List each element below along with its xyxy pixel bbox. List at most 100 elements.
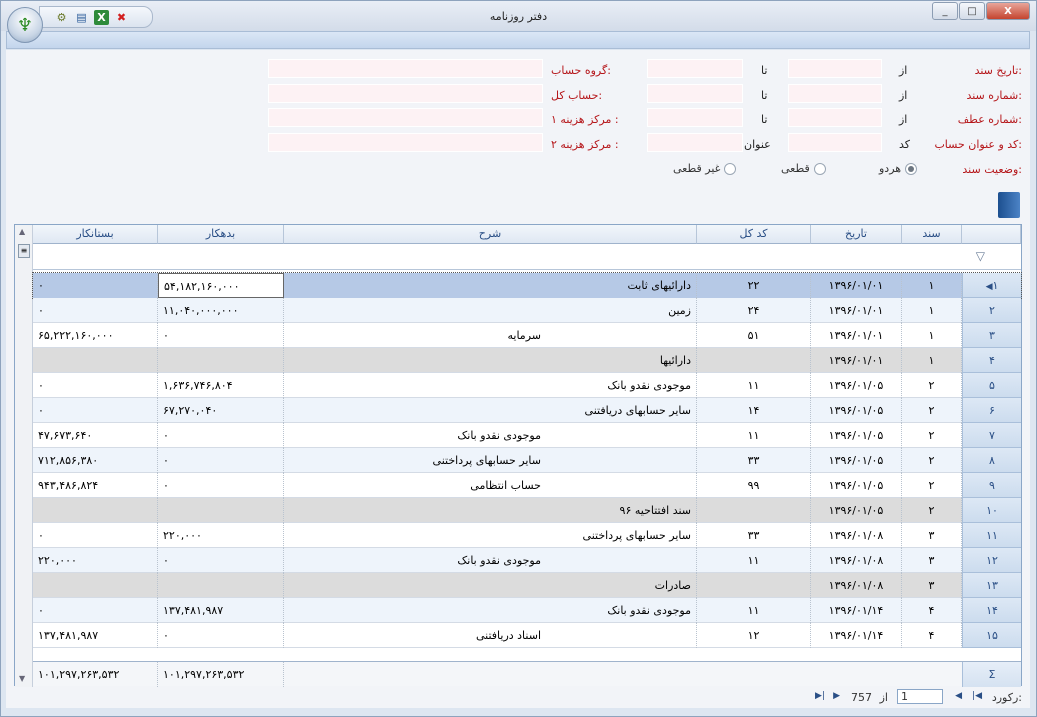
row-number[interactable]: ۲ — [962, 298, 1021, 323]
cell-desc[interactable]: موجودی نقدو بانک — [284, 548, 697, 573]
row-number[interactable]: ۱۳ — [962, 573, 1021, 598]
table-row[interactable]: ۶۵,۲۲۲,۱۶۰,۰۰۰ ۰ سرمایه ۵۱ ۱۳۹۶/۰۱/۰۱ ۱ ۳ — [33, 323, 1021, 348]
cell-date[interactable]: ۱۳۹۶/۰۱/۰۸ — [811, 548, 902, 573]
cell-desc[interactable]: دارائیها — [284, 348, 697, 373]
cell-desc[interactable]: سند افتتاحیه ۹۶ — [284, 498, 697, 523]
table-row[interactable]: ۰ ۱۳۷,۴۸۱,۹۸۷ موجودی نقدو بانک ۱۱ ۱۳۹۶/۰۱/۱۴… — [33, 598, 1021, 623]
row-number[interactable]: ۷ — [962, 423, 1021, 448]
cell-desc[interactable]: موجودی نقدو بانک — [284, 373, 697, 398]
table-row[interactable]: ۴۷,۶۷۳,۶۴۰ ۰ موجودی نقدو بانک ۱۱ ۱۳۹۶/۰۱/۰۵ ۲… — [33, 423, 1021, 448]
last-record-button[interactable]: ▶| — [815, 691, 825, 701]
table-row[interactable]: ۹۴۳,۴۸۶,۸۲۴ ۰ حساب انتظامی ۹۹ ۱۳۹۶/۰۱/۰۵ ۲ ۹ — [33, 473, 1021, 498]
cell-doc[interactable]: ۲ — [902, 423, 962, 448]
cell-date[interactable]: ۱۳۹۶/۰۱/۰۱ — [811, 298, 902, 323]
table-row[interactable]: ۰ ۱۱,۰۴۰,۰۰۰,۰۰۰ زمین ۲۴ ۱۳۹۶/۰۱/۰۱ ۱ ۲ — [33, 298, 1021, 323]
cell-desc[interactable]: صادرات — [284, 573, 697, 598]
cell-debit[interactable]: ۰ — [158, 473, 284, 498]
delete-icon[interactable]: ✖ — [114, 10, 129, 25]
cell-debit[interactable] — [158, 348, 284, 373]
cell-debit[interactable]: ۱,۶۳۶,۷۴۶,۸۰۴ — [158, 373, 284, 398]
table-row[interactable]: ۰ ۱,۶۳۶,۷۴۶,۸۰۴ موجودی نقدو بانک ۱۱ ۱۳۹۶/۰۱/… — [33, 373, 1021, 398]
maximize-button[interactable]: □ — [959, 2, 985, 20]
atf-from-field[interactable] — [788, 108, 882, 127]
row-number[interactable]: ۵ — [962, 373, 1021, 398]
doc-header[interactable]: سند — [902, 225, 962, 244]
cell-doc[interactable]: ۱ — [902, 273, 962, 298]
table-row[interactable]: صادرات ۱۳۹۶/۰۱/۰۸ ۳ ۱۳ — [33, 573, 1021, 598]
cell-desc[interactable]: سایر حسابهای پرداختنی — [284, 523, 697, 548]
cell-date[interactable]: ۱۳۹۶/۰۱/۰۵ — [811, 398, 902, 423]
cell-debit[interactable]: ۱۳۷,۴۸۱,۹۸۷ — [158, 598, 284, 623]
cell-debit[interactable]: ۰ — [158, 623, 284, 648]
cell-code[interactable]: ۲۴ — [697, 298, 811, 323]
debit-header[interactable]: بدهکار — [158, 225, 284, 244]
cell-doc[interactable]: ۱ — [902, 298, 962, 323]
cell-doc[interactable]: ۳ — [902, 523, 962, 548]
status-both-radio[interactable]: هردو — [879, 162, 918, 175]
scroll-down-icon[interactable]: ▼ — [19, 674, 25, 683]
cell-debit[interactable]: ۰ — [158, 548, 284, 573]
date-from-field[interactable] — [788, 59, 882, 78]
cell-desc[interactable]: سایر حسابهای پرداختنی — [284, 448, 697, 473]
table-row[interactable]: ۷۱۲,۸۵۶,۳۸۰ ۰ سایر حسابهای پرداختنی ۳۳ ۱۳۹۶/… — [33, 448, 1021, 473]
cell-doc[interactable]: ۴ — [902, 623, 962, 648]
cell-debit[interactable] — [158, 498, 284, 523]
cell-code[interactable]: ۱۴ — [697, 398, 811, 423]
cell-doc[interactable]: ۳ — [902, 573, 962, 598]
cell-desc[interactable]: موجودی نقدو بانک — [284, 423, 697, 448]
row-number[interactable]: ۳ — [962, 323, 1021, 348]
row-number[interactable]: ۶ — [962, 398, 1021, 423]
cell-date[interactable]: ۱۳۹۶/۰۱/۱۴ — [811, 598, 902, 623]
cell-code[interactable]: ۱۲ — [697, 623, 811, 648]
minimize-button[interactable]: _ — [932, 2, 958, 20]
cell-credit[interactable]: ۹۴۳,۴۸۶,۸۲۴ — [33, 473, 158, 498]
docno-from-field[interactable] — [788, 84, 882, 103]
cell-code[interactable]: ۱۱ — [697, 598, 811, 623]
cell-doc[interactable]: ۲ — [902, 448, 962, 473]
cell-code[interactable]: ۳۳ — [697, 523, 811, 548]
cell-code[interactable]: ۱۱ — [697, 423, 811, 448]
first-record-button[interactable]: |◀ — [972, 691, 982, 701]
cell-credit[interactable]: ۷۱۲,۸۵۶,۳۸۰ — [33, 448, 158, 473]
table-row[interactable]: سند افتتاحیه ۹۶ ۱۳۹۶/۰۱/۰۵ ۲ ۱۰ — [33, 498, 1021, 523]
row-number[interactable]: ۹ — [962, 473, 1021, 498]
cell-doc[interactable]: ۳ — [902, 548, 962, 573]
atf-to-field[interactable] — [647, 108, 743, 127]
cell-debit[interactable]: ۵۴,۱۸۲,۱۶۰,۰۰۰ — [158, 273, 284, 298]
cell-code[interactable]: ۱۱ — [697, 548, 811, 573]
cell-debit[interactable]: ۰ — [158, 448, 284, 473]
cell-credit[interactable]: ۰ — [33, 398, 158, 423]
vertical-scrollbar[interactable]: ▲ ≡ ▼ — [15, 225, 33, 687]
account-code-field[interactable] — [788, 133, 882, 152]
row-number[interactable]: ۱۲ — [962, 548, 1021, 573]
cost-center1-field[interactable] — [268, 108, 543, 127]
cell-doc[interactable]: ۲ — [902, 473, 962, 498]
date-header[interactable]: تاریخ — [811, 225, 902, 244]
cell-desc[interactable]: دارائیهای ثابت — [284, 273, 697, 298]
cell-date[interactable]: ۱۳۹۶/۰۱/۰۵ — [811, 373, 902, 398]
cell-credit[interactable]: ۲۲۰,۰۰۰ — [33, 548, 158, 573]
table-row[interactable]: ۲۲۰,۰۰۰ ۰ موجودی نقدو بانک ۱۱ ۱۳۹۶/۰۱/۰۸ ۳ ۱۲ — [33, 548, 1021, 573]
account-title-field[interactable] — [647, 133, 743, 152]
row-number[interactable]: ۱۵ — [962, 623, 1021, 648]
cell-date[interactable]: ۱۳۹۶/۰۱/۰۵ — [811, 473, 902, 498]
general-code-header[interactable]: کد کل — [697, 225, 811, 244]
cell-date[interactable]: ۱۳۹۶/۰۱/۰۱ — [811, 323, 902, 348]
filter-row[interactable]: ▽ — [33, 244, 1021, 270]
credit-header[interactable]: بستانکار — [33, 225, 158, 244]
cell-date[interactable]: ۱۳۹۶/۰۱/۰۵ — [811, 498, 902, 523]
table-row[interactable]: ۰ ۶۷,۲۷۰,۰۴۰ سایر حسابهای دریافتنی ۱۴ ۱۳۹۶/۰… — [33, 398, 1021, 423]
docno-to-field[interactable] — [647, 84, 743, 103]
cell-doc[interactable]: ۲ — [902, 398, 962, 423]
cell-credit[interactable]: ۰ — [33, 598, 158, 623]
cell-desc[interactable]: زمین — [284, 298, 697, 323]
settings-icon[interactable]: ⚙ — [54, 10, 69, 25]
cell-code[interactable]: ۵۱ — [697, 323, 811, 348]
cell-date[interactable]: ۱۳۹۶/۰۱/۰۱ — [811, 348, 902, 373]
cell-credit[interactable] — [33, 348, 158, 373]
cell-desc[interactable]: سرمایه — [284, 323, 697, 348]
cell-credit[interactable]: ۰ — [33, 298, 158, 323]
table-row[interactable]: ۱۳۷,۴۸۱,۹۸۷ ۰ اسناد دریافتنی ۱۲ ۱۳۹۶/۰۱/۱۴ ۴ ۱… — [33, 623, 1021, 648]
cell-desc[interactable]: حساب انتظامی — [284, 473, 697, 498]
record-number-input[interactable]: 1 — [897, 689, 943, 704]
